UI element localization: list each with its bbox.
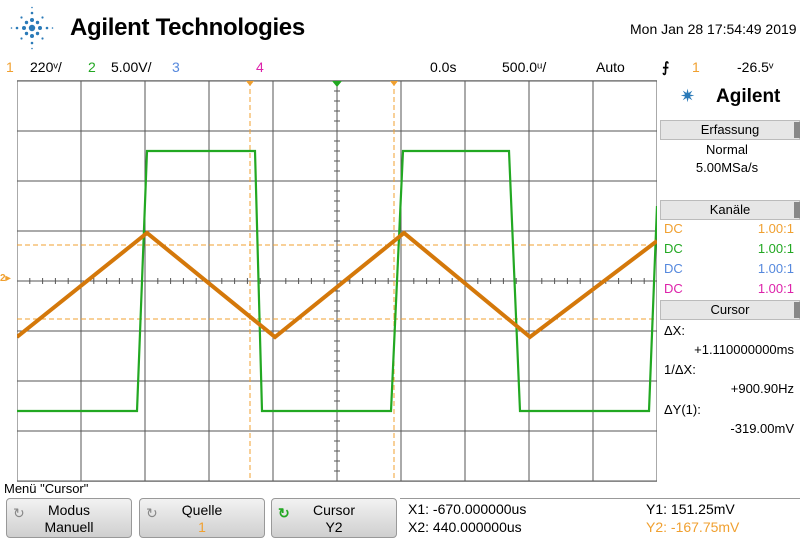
mode-value: Manuell xyxy=(44,519,94,535)
ch2-scale[interactable]: 5.00V/ xyxy=(111,59,151,75)
delta-x-label: ΔX: xyxy=(664,323,685,338)
cursor-readout: X1: -670.000000us X2: 440.000000us Y1: 1… xyxy=(400,498,800,539)
ch1-coupling: DC xyxy=(664,221,683,236)
cursor-scrollbar[interactable] xyxy=(794,302,800,318)
ch3-coupling: DC xyxy=(664,261,683,276)
source-value: 1 xyxy=(198,519,206,535)
acquisition-header[interactable]: Erfassung xyxy=(660,120,800,140)
y1-readout: Y1: 151.25mV xyxy=(646,501,735,517)
ch2-number[interactable]: 2 xyxy=(88,59,96,75)
ch3-number[interactable]: 3 xyxy=(172,59,180,75)
menu-title: Menü "Cursor" xyxy=(4,481,89,496)
agilent-spark-logo-icon xyxy=(10,6,54,50)
side-panel: ✷ Agilent Erfassung Normal 5.00MSa/s Kan… xyxy=(660,80,800,480)
time-scale[interactable]: 500.0ᵘ/ xyxy=(502,59,546,75)
cursor-x1-marker[interactable] xyxy=(246,81,254,86)
trigger-position-marker[interactable] xyxy=(332,81,342,87)
source-label: Quelle xyxy=(181,502,223,518)
header: Agilent Technologies Mon Jan 28 17:54:49… xyxy=(0,0,800,56)
ch4-coupling: DC xyxy=(664,281,683,296)
spark-icon: ✷ xyxy=(680,86,696,106)
delta-x-value: +1.110000000ms xyxy=(694,342,794,357)
ch1-number[interactable]: 1 xyxy=(6,59,14,75)
trigger-mode[interactable]: Auto xyxy=(596,59,625,75)
x1-readout: X1: -670.000000us xyxy=(408,501,527,517)
ch1-scale[interactable]: 220ᵛ/ xyxy=(30,59,62,75)
source-softkey[interactable]: ↻ Quelle 1 xyxy=(139,498,265,538)
cursor-value: Y2 xyxy=(325,519,343,535)
trigger-edge-icon: ⨍ xyxy=(662,59,670,75)
acq-scrollbar[interactable] xyxy=(794,122,800,138)
ch2-probe-ratio: 1.00:1 xyxy=(757,241,794,256)
chan-scrollbar[interactable] xyxy=(794,202,800,218)
ch1-probe-ratio: 1.00:1 xyxy=(757,221,794,236)
cursor-x2-marker[interactable] xyxy=(390,81,398,86)
ch1-ground-marker[interactable]: 2▸ xyxy=(0,272,17,286)
waveform-display[interactable] xyxy=(17,80,657,482)
channels-header[interactable]: Kanäle xyxy=(660,200,800,220)
delta-y-value: -319.00mV xyxy=(730,421,794,436)
trigger-source[interactable]: 1 xyxy=(692,59,700,75)
datetime: Mon Jan 28 17:54:49 2019 xyxy=(630,21,797,37)
ch4-probe-ratio: 1.00:1 xyxy=(757,281,794,296)
ch3-probe-ratio: 1.00:1 xyxy=(757,261,794,276)
inverse-delta-x-value: +900.90Hz xyxy=(730,381,794,396)
brand-title: Agilent Technologies xyxy=(70,14,305,41)
cursor-softkey[interactable]: ↻ Cursor Y2 xyxy=(271,498,397,538)
acquisition-mode: Normal xyxy=(706,142,748,157)
cursor-header[interactable]: Cursor xyxy=(660,300,800,320)
trigger-level[interactable]: -26.5ᵛ xyxy=(737,59,773,75)
cursor-label: Cursor xyxy=(312,502,355,518)
side-logo-text: Agilent xyxy=(716,86,781,107)
mode-label: Modus xyxy=(47,502,91,518)
y2-readout: Y2: -167.75mV xyxy=(646,519,740,535)
x2-readout: X2: 440.000000us xyxy=(408,519,522,535)
mode-softkey[interactable]: ↻ Modus Manuell xyxy=(6,498,132,538)
ch4-number[interactable]: 4 xyxy=(256,59,264,75)
ch2-coupling: DC xyxy=(664,241,683,256)
inverse-delta-x-label: 1/ΔX: xyxy=(664,362,696,377)
status-line: 1 220ᵛ/ 2 5.00V/ 3 4 0.0s 500.0ᵘ/ Auto ⨍… xyxy=(0,57,800,79)
delta-y-label: ΔY(1): xyxy=(664,402,701,417)
acquisition-rate: 5.00MSa/s xyxy=(695,160,759,175)
time-position[interactable]: 0.0s xyxy=(430,59,456,75)
